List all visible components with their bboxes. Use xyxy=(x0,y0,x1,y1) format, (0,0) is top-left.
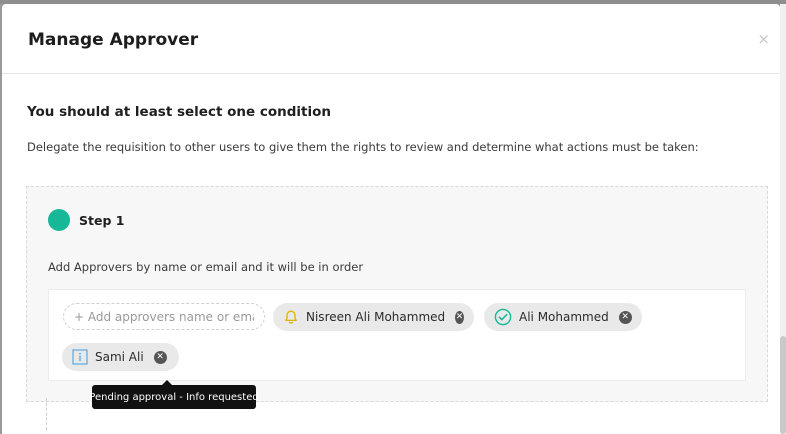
approvers-field[interactable]: Nisreen Ali Mohammed ✕ Ali Mohammed ✕ xyxy=(48,289,746,381)
step-1-panel: Step 1 Add Approvers by name or email an… xyxy=(26,186,768,402)
approver-name: Sami Ali xyxy=(95,350,144,364)
modal-title: Manage Approver xyxy=(28,30,199,50)
approver-chip[interactable]: Ali Mohammed ✕ xyxy=(484,303,642,331)
modal-header: Manage Approver × xyxy=(2,4,780,74)
bell-icon xyxy=(283,309,299,325)
close-icon[interactable]: × xyxy=(757,32,770,47)
check-circle-icon xyxy=(494,308,512,326)
step-header: Step 1 xyxy=(48,209,124,231)
condition-heading: You should at least select one condition xyxy=(27,104,332,120)
approver-name: Ali Mohammed xyxy=(519,310,609,324)
manage-approver-modal: Manage Approver × You should at least se… xyxy=(2,4,780,434)
remove-approver-icon[interactable]: ✕ xyxy=(455,310,464,324)
step-label: Step 1 xyxy=(79,212,125,228)
step-connector xyxy=(46,398,47,430)
status-tooltip: Pending approval - Info requested xyxy=(89,385,259,409)
approver-name: Nisreen Ali Mohammed xyxy=(306,310,446,324)
add-approver-input[interactable] xyxy=(63,303,265,330)
step-indicator xyxy=(48,209,70,231)
approver-chip[interactable]: Nisreen Ali Mohammed ✕ xyxy=(273,303,474,331)
approver-chip[interactable]: Sami Ali ✕ xyxy=(62,343,179,371)
delegation-description: Delegate the requisition to other users … xyxy=(27,140,699,154)
info-icon xyxy=(72,349,88,365)
step-hint: Add Approvers by name or email and it wi… xyxy=(48,260,364,274)
remove-approver-icon[interactable]: ✕ xyxy=(153,350,167,364)
scrollbar-thumb[interactable] xyxy=(780,336,786,434)
remove-approver-icon[interactable]: ✕ xyxy=(618,310,632,324)
